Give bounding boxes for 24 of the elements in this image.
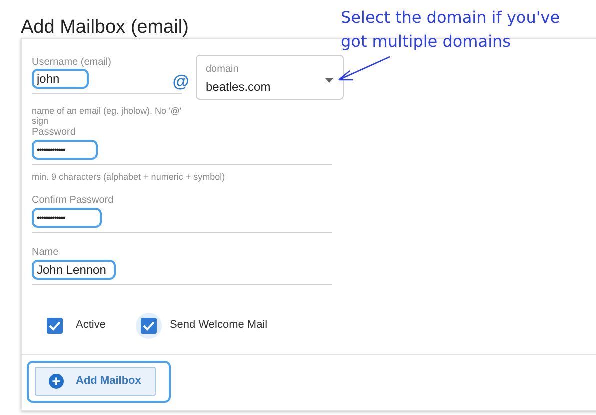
domain-select[interactable]: domain beatles.com — [196, 55, 344, 100]
hint-text: name of an email (eg. jholow). No '@' sign — [32, 106, 183, 126]
field-label: domain — [206, 64, 240, 76]
field-label: Username (email) — [32, 57, 112, 69]
annotation-text: Select the domain if you've got multiple domains — [341, 7, 562, 53]
field-label: Password — [32, 127, 77, 139]
page-title: Add Mailbox (email) — [21, 16, 189, 40]
at-sign: @ — [172, 71, 190, 93]
field-label: Name — [32, 246, 60, 258]
plus-icon — [49, 374, 64, 389]
checkbox-label: Active — [76, 318, 106, 334]
dropdown-caret-icon — [325, 78, 334, 82]
add-mailbox-button[interactable]: Add Mailbox — [35, 367, 156, 396]
input-field[interactable]: john — [32, 69, 89, 89]
checkbox[interactable] — [140, 318, 157, 334]
hint-text: min. 9 characters (alphabet + numeric + symbol) — [32, 171, 226, 184]
input-field[interactable]: John Lennon — [32, 260, 116, 280]
checkbox[interactable] — [47, 318, 63, 334]
checkbox-label: Send Welcome Mail — [170, 318, 268, 334]
field-label: Confirm Password — [32, 194, 115, 206]
annotation-arrow — [336, 55, 392, 83]
input-field[interactable]: ••••••••••••• — [32, 140, 98, 160]
input-field[interactable]: ••••••••••••• — [32, 208, 102, 228]
select-value: beatles.com — [206, 79, 272, 96]
